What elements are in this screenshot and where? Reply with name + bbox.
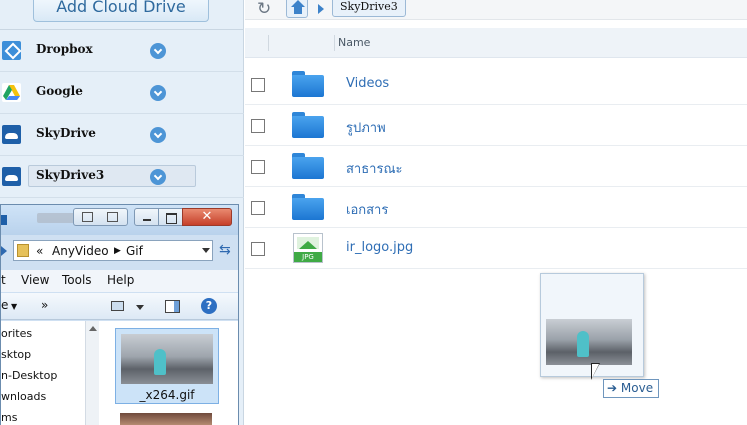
jpg-file-icon: JPG (293, 233, 323, 263)
file-name[interactable]: สาธารณะ (346, 158, 403, 179)
google-drive-icon (2, 83, 21, 102)
file-list-header: Name (245, 28, 747, 58)
toolbar-item[interactable]: e (1, 298, 8, 312)
breadcrumb-current[interactable]: SkyDrive3 (332, 0, 406, 17)
sidebar-item-skydrive3[interactable]: SkyDrive3 (0, 156, 244, 198)
file-row-videos[interactable]: Videos (245, 64, 747, 105)
snap-left-icon[interactable] (82, 212, 93, 222)
refresh-icon[interactable]: ⇆ (219, 242, 231, 258)
column-separator (334, 35, 335, 51)
jpg-badge: JPG (294, 252, 322, 262)
file-name[interactable]: รูปภาพ (346, 117, 386, 138)
toolbar: ↻ SkyDrive3 (245, 0, 747, 20)
move-badge: ➔ Move (603, 379, 659, 398)
menu-bar: t View Tools Help (1, 270, 238, 292)
row-checkbox[interactable] (251, 201, 265, 215)
minimize-button[interactable] (134, 208, 159, 226)
column-separator (268, 35, 269, 51)
file-row-documents[interactable]: เอกสาร (245, 187, 747, 228)
add-cloud-drive-button[interactable]: Add Cloud Drive (33, 0, 209, 22)
file-thumbnail[interactable] (120, 413, 212, 425)
nav-item-favorites[interactable]: orites (1, 327, 32, 340)
breadcrumb-arrow-icon (318, 4, 324, 14)
sidebar-item-google[interactable]: Google (0, 72, 244, 114)
skydrive-icon (2, 125, 21, 144)
file-name[interactable]: เอกสาร (346, 199, 388, 220)
explorer-file-pane: _x264.gif (101, 321, 238, 425)
sidebar-item-label: SkyDrive (36, 126, 96, 140)
file-name[interactable]: Videos (346, 76, 389, 91)
column-name-header[interactable]: Name (338, 36, 370, 49)
file-row-pictures[interactable]: รูปภาพ (245, 105, 747, 146)
chevron-down-icon[interactable] (150, 169, 166, 185)
menu-item-help[interactable]: Help (107, 273, 134, 287)
file-label: _x264.gif (139, 388, 195, 402)
sidebar-item-label: Dropbox (36, 42, 93, 56)
app-icon (1, 215, 7, 225)
snap-buttons[interactable] (73, 208, 128, 226)
address-overflow[interactable]: « (36, 244, 43, 258)
folder-icon (292, 153, 324, 179)
back-arrow-icon[interactable] (1, 246, 7, 256)
view-dropdown-icon[interactable] (136, 305, 144, 310)
address-crumb[interactable]: AnyVideo (52, 244, 109, 258)
skydrive-icon (2, 167, 21, 186)
close-button[interactable]: ✕ (182, 208, 232, 226)
row-checkbox[interactable] (251, 242, 265, 256)
address-crumb[interactable]: Gif (126, 244, 143, 258)
file-row-ir-logo[interactable]: JPG ir_logo.jpg (245, 228, 747, 269)
sidebar-item-skydrive[interactable]: SkyDrive (0, 114, 244, 156)
more-tools-button[interactable]: » (41, 298, 48, 312)
sidebar-item-dropbox[interactable]: Dropbox (0, 30, 244, 72)
help-icon[interactable]: ? (201, 298, 217, 314)
menu-item[interactable]: t (1, 273, 6, 287)
pin-icon[interactable] (107, 212, 118, 222)
dropdown-arrow-icon[interactable]: ▼ (11, 302, 17, 311)
explorer-toolbar: e ▼ » ? (1, 293, 238, 320)
nav-scrollbar[interactable] (85, 321, 99, 425)
drag-preview (540, 273, 644, 377)
chevron-down-icon[interactable] (150, 127, 166, 143)
address-dropdown-icon[interactable] (202, 248, 210, 253)
chevron-down-icon[interactable] (150, 43, 166, 59)
row-checkbox[interactable] (251, 160, 265, 174)
window-title-blurred (37, 213, 75, 223)
address-bar[interactable]: « AnyVideo ▶ Gif (13, 240, 213, 261)
home-icon[interactable] (286, 0, 308, 18)
nav-item-desktop[interactable]: sktop (1, 348, 31, 361)
nav-item[interactable]: ms (1, 411, 17, 424)
refresh-icon[interactable]: ↻ (257, 0, 271, 18)
change-view-icon[interactable] (111, 301, 124, 311)
file-tile-selected[interactable]: _x264.gif (115, 328, 219, 404)
address-separator-icon: ▶ (114, 246, 121, 256)
folder-icon (17, 244, 29, 257)
sidebar-item-label: SkyDrive3 (36, 168, 105, 182)
move-arrow-icon: ➔ (607, 381, 618, 395)
address-row: « AnyVideo ▶ Gif ⇆ (1, 237, 238, 263)
window-titlebar[interactable]: ✕ (1, 205, 238, 235)
move-label: Move (620, 381, 654, 395)
gif-thumbnail (121, 334, 213, 384)
row-checkbox[interactable] (251, 119, 265, 133)
row-checkbox[interactable] (251, 78, 265, 92)
folder-icon (292, 71, 324, 97)
nav-item-desktop-2[interactable]: n-Desktop (1, 369, 57, 382)
file-name[interactable]: ir_logo.jpg (346, 240, 413, 255)
preview-pane-icon[interactable] (165, 300, 180, 313)
sidebar-item-label: Google (36, 84, 83, 98)
dragged-image-thumbnail (546, 319, 632, 365)
menu-item-tools[interactable]: Tools (62, 273, 92, 287)
nav-item-downloads[interactable]: wnloads (1, 390, 46, 403)
chevron-down-icon[interactable] (150, 85, 166, 101)
maximize-button[interactable] (158, 208, 183, 226)
mouse-cursor-fill (592, 364, 599, 378)
file-row-public[interactable]: สาธารณะ (245, 146, 747, 187)
menu-item-view[interactable]: View (21, 273, 49, 287)
folder-icon (292, 112, 324, 138)
dropbox-icon (2, 41, 21, 60)
folder-icon (292, 194, 324, 220)
explorer-window: ✕ « AnyVideo ▶ Gif ⇆ t View Tools Help e… (0, 204, 239, 425)
